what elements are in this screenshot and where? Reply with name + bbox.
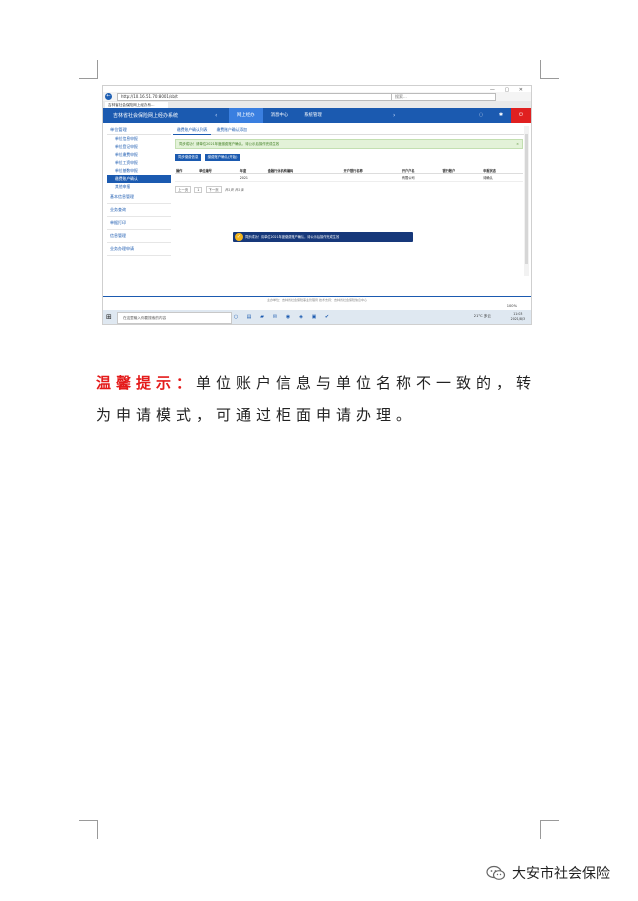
table-cell: [441, 173, 483, 182]
crop-mark-top-right: [540, 60, 559, 79]
zoom-level[interactable]: 100%: [507, 304, 517, 308]
weather-tray[interactable]: 21°C 多云: [474, 314, 491, 319]
sidebar-item[interactable]: 其他申报: [107, 183, 171, 191]
app-icon[interactable]: ▣: [309, 312, 319, 322]
page-number[interactable]: 1: [194, 187, 203, 193]
menu-item-system[interactable]: 系统管理: [296, 108, 330, 123]
sidebar-item[interactable]: 单位信息申报: [107, 135, 171, 143]
back-icon[interactable]: ←: [105, 93, 112, 100]
clock-date: 2021/8/3: [510, 317, 525, 321]
table-cell: [198, 173, 239, 182]
menu-item-online[interactable]: 网上经办: [229, 108, 263, 123]
windows-start-icon[interactable]: ⊞: [106, 313, 114, 321]
sidebar-group[interactable]: 基本信息管理: [107, 191, 171, 204]
task-view-icon[interactable]: ○: [231, 312, 241, 322]
app-icon[interactable]: ✔: [322, 312, 332, 322]
sidebar-head[interactable]: 单位管理: [107, 126, 171, 135]
tip-label: 温馨提示：: [96, 374, 197, 392]
app-header: 吉林省社会保险网上经办系统 ‹ 网上经办 消息中心 系统管理 › ◌ ✱ ⏻: [103, 108, 531, 123]
crop-mark-bottom-left: [79, 820, 98, 839]
sidebar-item-active[interactable]: 缴费账户确认: [107, 175, 171, 183]
sidebar-item[interactable]: 单位缴费申报: [107, 151, 171, 159]
pagination: 上一页 1 下一页 共1页 共1条: [175, 186, 523, 193]
table-cell: 待确认: [482, 173, 523, 182]
chat-icon[interactable]: ◌: [471, 108, 491, 123]
embedded-screenshot: — ▢ ✕ ← http://10.16.51.70:8001/sb/t 搜索.…: [102, 85, 532, 325]
table-cell: 2021: [238, 173, 267, 182]
page-total: 共1页: [224, 188, 234, 192]
check-icon: ✓: [235, 233, 243, 241]
crop-mark-bottom-right: [540, 820, 559, 839]
folder-icon[interactable]: ▰: [257, 312, 267, 322]
browser-tab-row: 吉林省社会保险网上经办系...: [103, 101, 531, 108]
browser-icon[interactable]: ◉: [283, 312, 293, 322]
warm-tip-paragraph: 温馨提示：单位账户信息与单位名称不一致的，转为申请模式，可通过柜面申请办理。: [96, 367, 556, 431]
brand-watermark: 大安市社会保险: [486, 862, 610, 884]
menu-scroll-left-icon[interactable]: ‹: [215, 112, 217, 119]
taskbar-apps: ○ ▤ ▰ ✉ ◉ ◈ ▣ ✔: [231, 312, 335, 322]
sidebar-group[interactable]: 业务查询: [107, 204, 171, 217]
settings-icon[interactable]: ✱: [491, 108, 511, 123]
table-row[interactable]: 2021 有限公司 待确认: [175, 173, 523, 182]
sidebar-item[interactable]: 单位工资申报: [107, 159, 171, 167]
sidebar-group[interactable]: 信息管理: [107, 230, 171, 243]
app-icon[interactable]: ◈: [296, 312, 306, 322]
table-cell: [266, 173, 343, 182]
toast-text: 同步成功！请单位2021年度缴费账户确认，待公示后操作完成生效: [245, 235, 340, 239]
scroll-thumb[interactable]: [525, 134, 528, 264]
tab-add[interactable]: 缴费账户确认添加: [213, 126, 251, 134]
wechat-icon: [486, 865, 506, 880]
power-icon[interactable]: ⏻: [511, 108, 531, 123]
menu-item-messages[interactable]: 消息中心: [263, 108, 297, 123]
app-title: 吉林省社会保险网上经办系统: [113, 113, 179, 119]
action-buttons: 同步缴费信息 缴费账户确认(开始): [175, 154, 523, 162]
confirm-start-button[interactable]: 缴费账户确认(开始): [204, 154, 241, 161]
menu-scroll-right-icon[interactable]: ›: [393, 112, 395, 119]
mail-icon[interactable]: ✉: [270, 312, 280, 322]
next-page-button[interactable]: 下一页: [205, 186, 222, 193]
browser-search-field[interactable]: 搜索...: [391, 93, 496, 101]
content-tabs: 缴费账户确认列表 缴费账户确认添加: [173, 126, 525, 135]
record-total: 共1条: [234, 188, 244, 192]
close-icon[interactable]: ×: [516, 140, 519, 148]
page-footer: 主办单位：吉林省社会保险事业管理局 技术支持：吉林省社会保险信息中心: [267, 298, 367, 302]
sidebar-group[interactable]: 业务办理申请: [107, 243, 171, 256]
table-cell: [175, 173, 199, 182]
account-table: 操作 单位编号 年度 金融行业机构编码 开户银行名称 开户户名 银行账户 申报状…: [175, 167, 523, 182]
notice-text: 同步成功！请单位2021年度缴费账户确认，待公示后操作完成生效: [179, 142, 280, 146]
table-cell: [342, 173, 401, 182]
taskbar-clock[interactable]: 11:03 2021/8/3: [511, 312, 525, 322]
sidebar-item[interactable]: 单位登记申报: [107, 143, 171, 151]
footer-divider: [103, 296, 531, 297]
crop-mark-top-left: [79, 60, 98, 79]
success-toast: ✓ 同步成功！请单位2021年度缴费账户确认，待公示后操作完成生效: [233, 232, 413, 242]
prev-page-button[interactable]: 上一页: [175, 186, 192, 193]
sidebar-group[interactable]: 单据打印: [107, 217, 171, 230]
app-header-icons: ◌ ✱ ⏻: [471, 108, 531, 123]
brand-name: 大安市社会保险: [512, 866, 610, 882]
app-menu: 网上经办 消息中心 系统管理: [229, 108, 330, 123]
sidebar: 单位管理 单位信息申报 单位登记申报 单位缴费申报 单位工资申报 单位基数申报 …: [107, 126, 171, 276]
app-icon[interactable]: ▤: [244, 312, 254, 322]
table-cell: 有限公司: [400, 173, 442, 182]
success-notice: 同步成功！请单位2021年度缴费账户确认，待公示后操作完成生效 ×: [175, 139, 523, 149]
url-field[interactable]: http://10.16.51.70:8001/sb/t: [117, 93, 392, 101]
main-content: 缴费账户确认列表 缴费账户确认添加 同步成功！请单位2021年度缴费账户确认，待…: [173, 126, 525, 276]
taskbar-search[interactable]: 在这里输入你要搜索的内容: [117, 312, 232, 324]
vertical-scrollbar[interactable]: [524, 126, 529, 276]
sync-button[interactable]: 同步缴费信息: [175, 154, 202, 161]
sidebar-item[interactable]: 单位基数申报: [107, 167, 171, 175]
tab-list[interactable]: 缴费账户确认列表: [173, 126, 212, 135]
taskbar: ⊞ 在这里输入你要搜索的内容 ○ ▤ ▰ ✉ ◉ ◈ ▣ ✔ 21°C 多云 1…: [103, 310, 531, 324]
